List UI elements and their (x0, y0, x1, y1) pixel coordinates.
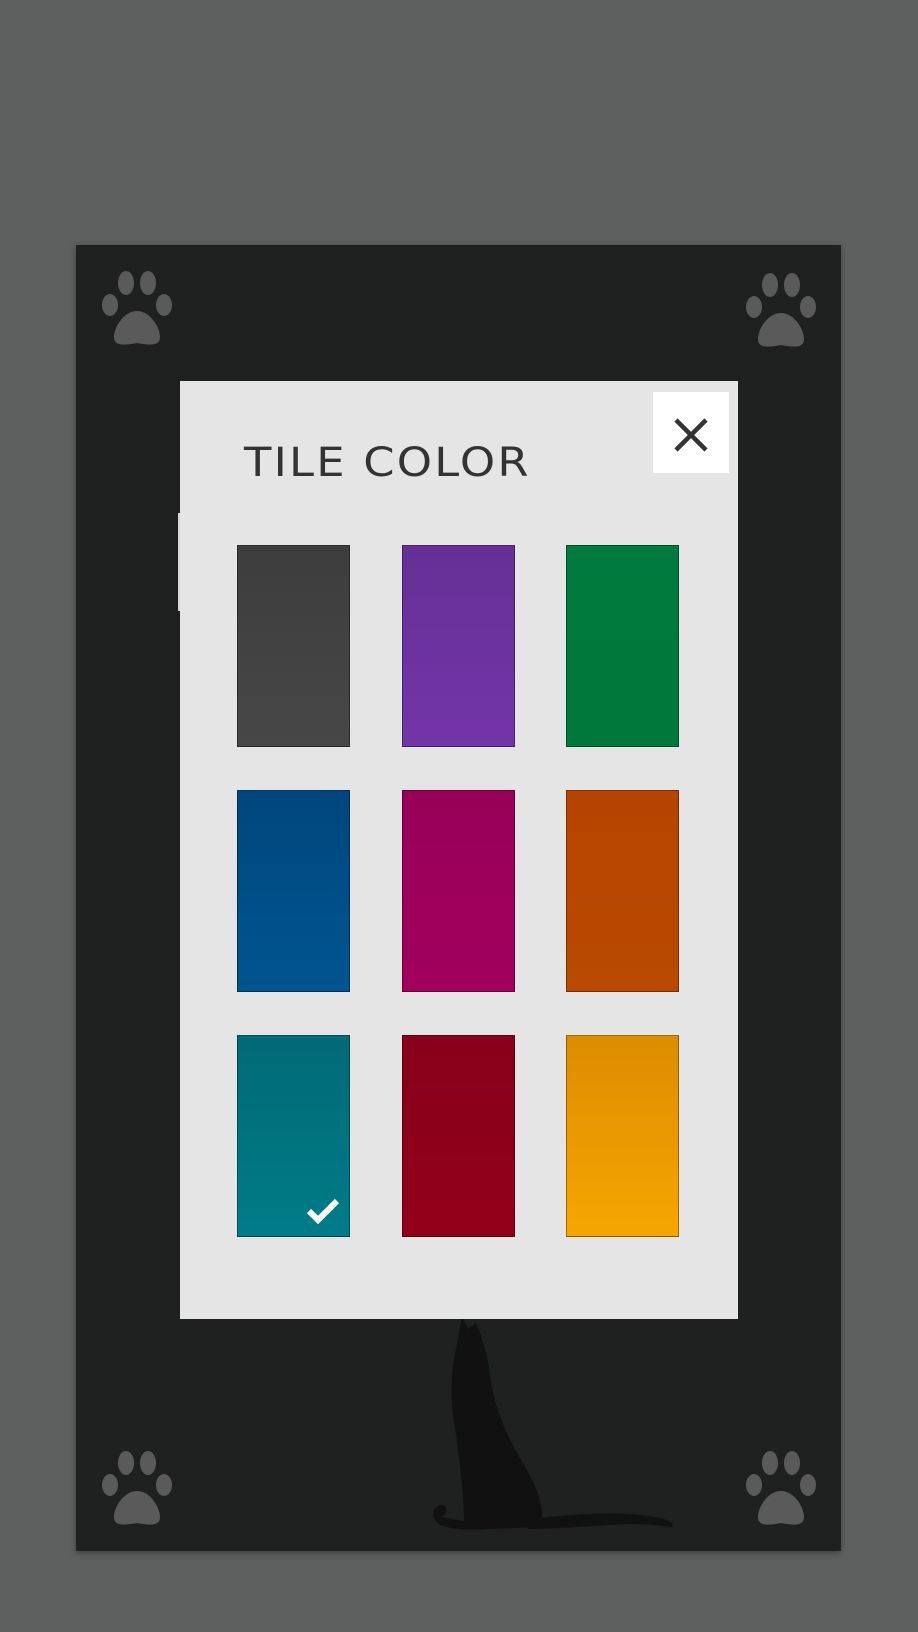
color-swatch-amber[interactable] (566, 1035, 679, 1237)
paw-icon (96, 267, 176, 349)
checkmark-icon (305, 1196, 341, 1226)
color-swatch-orange[interactable] (566, 790, 679, 992)
close-button[interactable] (653, 392, 729, 473)
color-swatch-dark-gray[interactable] (237, 545, 350, 747)
color-swatch-teal[interactable] (237, 1035, 350, 1237)
paw-icon (740, 1447, 820, 1529)
tile-color-dialog: TILE COLOR (180, 381, 738, 1319)
color-swatch-purple[interactable] (402, 545, 515, 747)
paw-icon (96, 1447, 176, 1529)
dialog-title: TILE COLOR (244, 440, 531, 486)
color-swatch-green[interactable] (566, 545, 679, 747)
color-swatch-blue[interactable] (237, 790, 350, 992)
cat-silhouette (428, 1315, 676, 1545)
paw-icon (740, 269, 820, 351)
color-swatch-red[interactable] (402, 1035, 515, 1237)
close-icon (674, 418, 708, 452)
color-swatch-magenta[interactable] (402, 790, 515, 992)
